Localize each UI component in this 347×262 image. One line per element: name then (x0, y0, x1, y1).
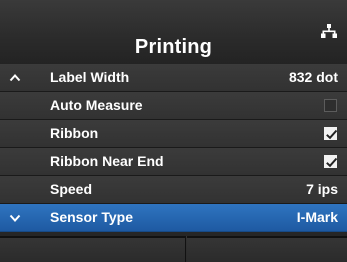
printer-screen: Printing Label Width 832 dot Auto Measur… (0, 0, 347, 262)
ribbon-checkbox[interactable] (324, 127, 338, 140)
settings-list: Label Width 832 dot Auto Measure Ribbon … (0, 64, 347, 232)
checkmark-icon (326, 157, 338, 168)
menu-item-label: Auto Measure (50, 97, 143, 113)
chevron-up-icon[interactable] (9, 72, 21, 84)
footer-button-right[interactable] (187, 236, 347, 262)
menu-item-ribbon-near-end[interactable]: Ribbon Near End (0, 148, 347, 176)
menu-item-label: Speed (50, 181, 93, 197)
menu-item-auto-measure[interactable]: Auto Measure (0, 92, 347, 120)
menu-item-label: Ribbon (50, 125, 99, 141)
menu-item-label: Label Width (50, 69, 130, 85)
menu-item-speed[interactable]: Speed 7 ips (0, 176, 347, 204)
menu-item-sensor-type[interactable]: Sensor Type I-Mark (0, 204, 347, 232)
page-title: Printing (134, 36, 213, 58)
menu-item-label-width[interactable]: Label Width 832 dot (0, 64, 347, 92)
menu-item-value: 7 ips (306, 181, 338, 197)
auto-measure-checkbox[interactable] (324, 99, 337, 112)
header-bar: Printing (0, 0, 347, 64)
menu-item-label: Sensor Type (50, 209, 133, 225)
chevron-down-icon[interactable] (9, 212, 21, 224)
menu-item-ribbon[interactable]: Ribbon (0, 120, 347, 148)
footer-bar (0, 236, 347, 262)
menu-item-label: Ribbon Near End (50, 153, 164, 169)
checkmark-icon (326, 129, 338, 140)
menu-item-value: I-Mark (296, 209, 338, 225)
ribbon-near-end-checkbox[interactable] (324, 155, 338, 168)
footer-button-left[interactable] (0, 236, 186, 262)
menu-item-value: 832 dot (288, 69, 338, 85)
